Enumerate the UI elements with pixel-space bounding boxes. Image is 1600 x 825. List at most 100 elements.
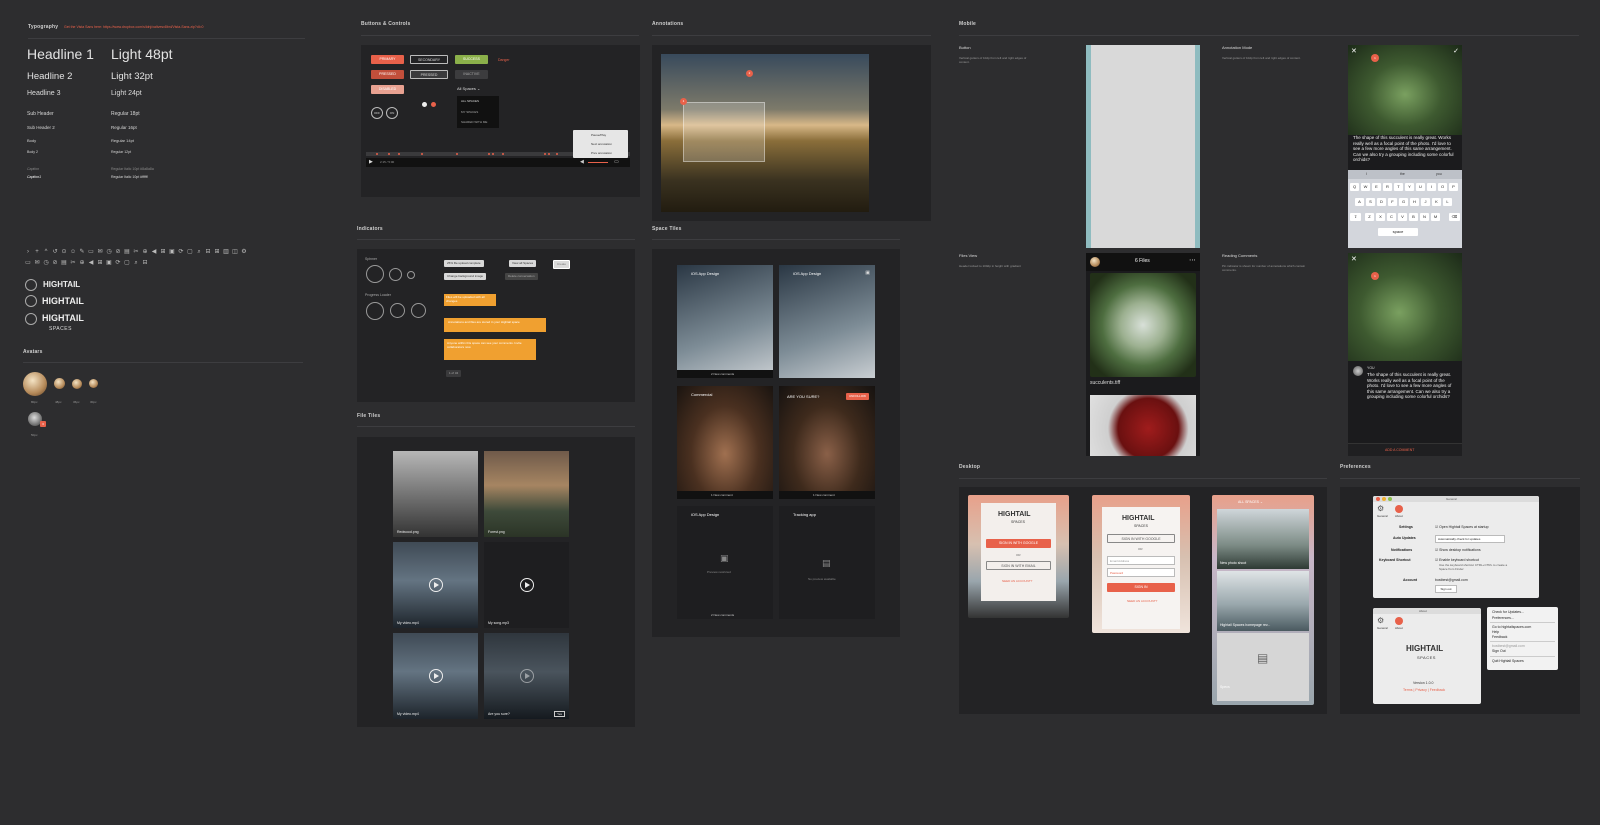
annotation-pin[interactable]: 1 [1371, 54, 1379, 62]
key-e[interactable]: E [1372, 183, 1381, 191]
more-icon[interactable]: ⋯ [1189, 256, 1196, 264]
space-tile-restricted[interactable]: iOS App Design ▣ Preview restricted 2 Ne… [677, 506, 773, 619]
tab-general[interactable]: General [1377, 626, 1388, 630]
menu-item[interactable]: Help [1492, 630, 1499, 634]
key-k[interactable]: K [1432, 198, 1441, 206]
space-card[interactable]: New photo shoot [1217, 509, 1309, 569]
timeline-marker[interactable] [376, 153, 378, 155]
fullscreen-icon[interactable]: ▭ [614, 159, 619, 165]
menu-item[interactable]: Preferences... [1492, 616, 1514, 620]
key-d[interactable]: D [1377, 198, 1386, 206]
menu-item[interactable]: Go to hightailspaces.com [1492, 625, 1531, 629]
annotation-pin[interactable]: 2 [746, 70, 753, 77]
comment-input[interactable]: The shape of this succulent is really gr… [1353, 135, 1457, 163]
play-icon[interactable] [429, 669, 443, 683]
add-comment-button[interactable]: ADD A COMMENT [1385, 448, 1414, 452]
change-bg-pill[interactable]: Change background image [444, 273, 487, 280]
key-z[interactable]: Z [1365, 213, 1374, 221]
confirm-yes-button[interactable]: Yes [554, 711, 565, 717]
key-v[interactable]: V [1398, 213, 1407, 221]
gear-icon[interactable]: ⚙ [1377, 616, 1384, 625]
key-t[interactable]: T [1394, 183, 1403, 191]
timeline-marker[interactable] [544, 153, 546, 155]
google-signin-button[interactable]: SIGN IN WITH GOOGLE [1107, 534, 1175, 543]
space-tile[interactable]: iOS App Design ▣ [779, 265, 875, 378]
annotation-pin[interactable]: 1 [1371, 272, 1379, 280]
avatar[interactable] [1090, 257, 1100, 267]
key-j[interactable]: J [1421, 198, 1430, 206]
succulent-photo[interactable] [1348, 253, 1462, 361]
sign-out-button[interactable]: Sign out [1435, 585, 1457, 593]
timeline-marker[interactable] [456, 153, 458, 155]
auto-updates-select[interactable]: Automatically check for updates [1435, 535, 1505, 543]
play-icon[interactable] [520, 578, 534, 592]
key-o[interactable]: O [1438, 183, 1447, 191]
key-r[interactable]: R [1383, 183, 1392, 191]
timeline-marker[interactable] [492, 153, 494, 155]
space-tile-confirm[interactable]: ARE YOU SURE? UNFOLLOW 1 New comment [779, 386, 875, 499]
success-button[interactable]: SUCCESS [455, 55, 488, 64]
key-x[interactable]: X [1376, 213, 1385, 221]
tab-about[interactable]: About [1395, 626, 1403, 630]
shift-key[interactable]: ⇧ [1350, 213, 1361, 221]
close-window-button[interactable] [1376, 497, 1380, 501]
dropdown-item[interactable]: SHARED WITH ME [461, 120, 487, 124]
timeline-marker[interactable] [502, 153, 504, 155]
backspace-key[interactable]: ⌫ [1449, 213, 1460, 221]
signin-button[interactable]: SIGN IN [1107, 583, 1175, 592]
radio-button-selected[interactable] [431, 102, 436, 107]
gear-icon[interactable]: ⚙ [1377, 504, 1384, 513]
timeline-marker[interactable] [556, 153, 558, 155]
key-g[interactable]: G [1399, 198, 1408, 206]
volume-icon[interactable]: ◀ [580, 159, 584, 165]
suggestion[interactable]: the [1400, 172, 1405, 176]
suggestion[interactable]: I [1366, 172, 1367, 176]
space-key[interactable]: space [1378, 228, 1418, 236]
play-icon[interactable] [429, 578, 443, 592]
google-signin-button[interactable]: SIGN IN WITH GOOGLE [986, 539, 1051, 548]
succulent-photo[interactable] [1348, 45, 1462, 135]
minimize-window-button[interactable] [1382, 497, 1386, 501]
about-icon[interactable] [1395, 505, 1403, 513]
file-tile-confirm[interactable]: Are you sure? Yes [484, 633, 569, 719]
dropdown-item[interactable]: ALL SPACES [461, 99, 479, 103]
pressed-secondary-button[interactable]: PRESSED [410, 70, 448, 79]
key-n[interactable]: N [1420, 213, 1429, 221]
password-input[interactable]: Password [1107, 568, 1175, 577]
menu-item[interactable]: Feedback [1492, 635, 1507, 639]
file-tile-audio[interactable]: My song.mp3 [484, 542, 569, 628]
space-card[interactable]: Hightail Spaces homepage rev... [1217, 571, 1309, 631]
annotation-region[interactable] [683, 102, 765, 162]
space-tile[interactable]: Commercial 1 New comment [677, 386, 773, 499]
pressed-primary-button[interactable]: PRESSED [371, 70, 404, 79]
key-m[interactable]: M [1431, 213, 1440, 221]
key-a[interactable]: A [1355, 198, 1364, 206]
space-tile[interactable]: iOS App Design 2 New comments [677, 265, 773, 378]
key-i[interactable]: I [1427, 183, 1436, 191]
need-account-link[interactable]: NEED AN ACCOUNT? [1002, 579, 1032, 583]
zoom-window-button[interactable] [1388, 497, 1392, 501]
space-card[interactable]: ▤ Specs [1217, 633, 1309, 701]
menu-item[interactable]: Next annotation [591, 142, 612, 146]
key-p[interactable]: P [1449, 183, 1458, 191]
close-icon[interactable]: ✕ [1351, 47, 1357, 55]
primary-button[interactable]: PRIMARY [371, 55, 404, 64]
file-tile-video[interactable]: My video.mp4 [393, 542, 478, 628]
timeline-marker[interactable] [548, 153, 550, 155]
radio-button[interactable] [422, 102, 427, 107]
key-s[interactable]: S [1366, 198, 1375, 206]
play-icon[interactable]: ▶ [369, 159, 373, 165]
menu-item[interactable]: Sign Out [1492, 649, 1506, 653]
key-b[interactable]: B [1409, 213, 1418, 221]
key-f[interactable]: F [1388, 198, 1397, 206]
annotated-photo[interactable]: 1 2 [661, 54, 869, 212]
file-tile-video[interactable]: My video.mp4 [393, 633, 478, 719]
terrarium-photo[interactable] [1090, 273, 1196, 377]
menu-item[interactable]: Pause/Play [591, 133, 606, 137]
menu-item[interactable]: Prev annotation [591, 151, 612, 155]
unfollow-button[interactable]: UNFOLLOW [845, 393, 869, 400]
about-icon[interactable] [1395, 617, 1403, 625]
timeline-marker[interactable] [388, 153, 390, 155]
timeline-marker[interactable] [398, 153, 400, 155]
secondary-button[interactable]: SECONDARY [410, 55, 448, 64]
